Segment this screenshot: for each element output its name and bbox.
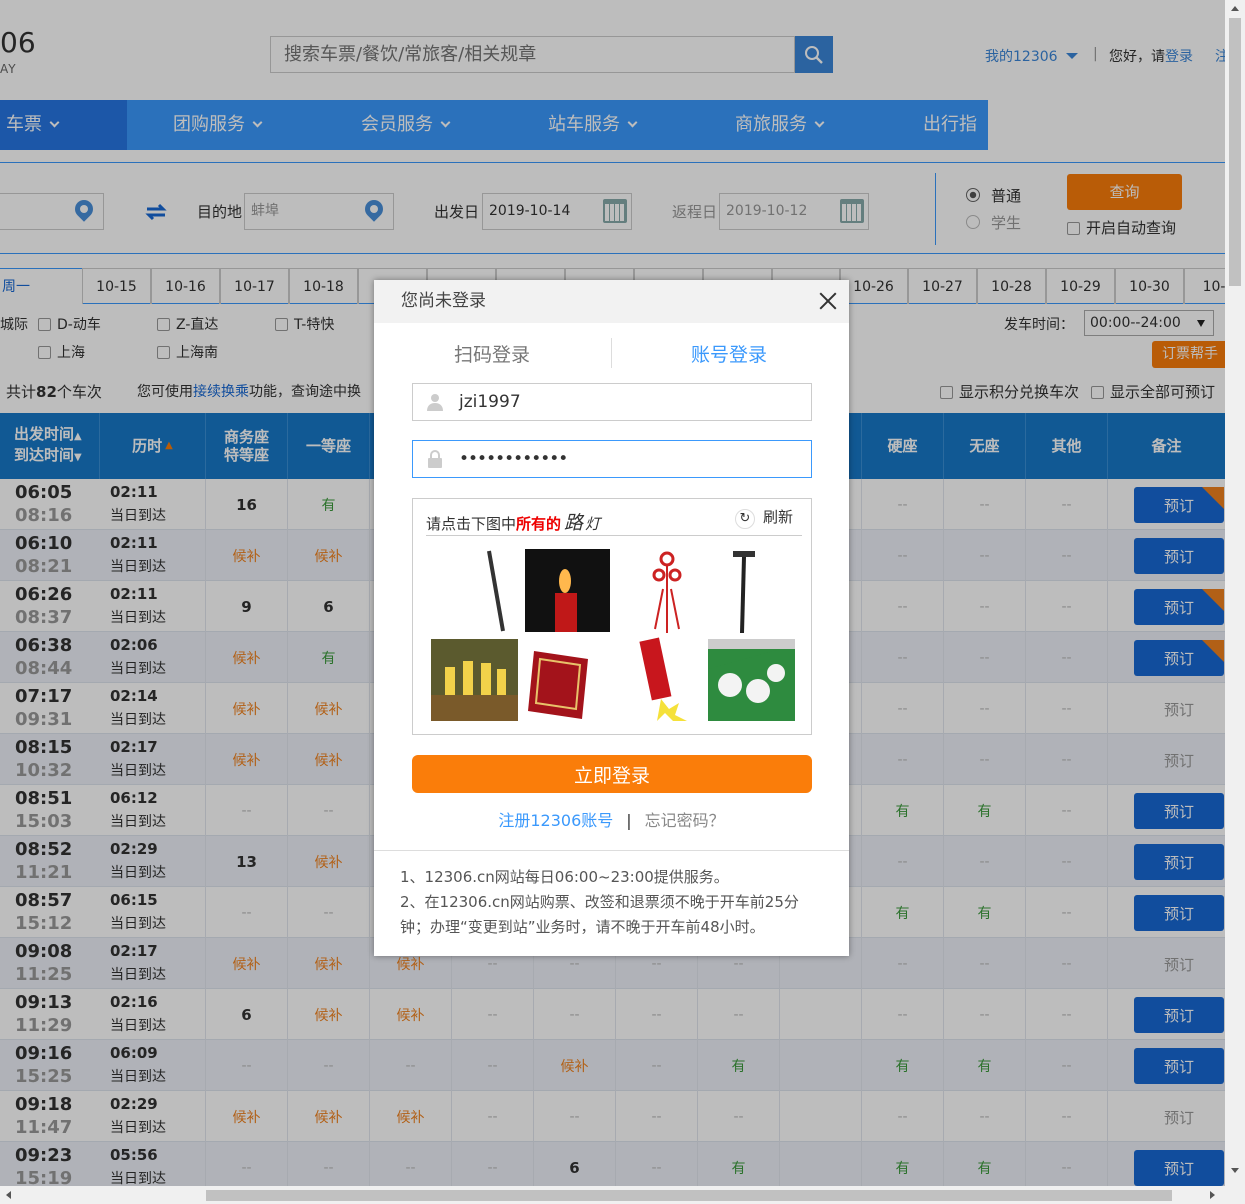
- lock-icon: [428, 450, 442, 468]
- tab-account-login[interactable]: 账号登录: [691, 340, 767, 367]
- service-notes: 1、12306.cn网站每日06:00~23:00提供服务。 2、在12306.…: [374, 850, 849, 940]
- username-field[interactable]: jzi1997: [412, 383, 812, 421]
- login-submit-button[interactable]: 立即登录: [412, 755, 812, 793]
- login-dialog: 您尚未登录 扫码登录 账号登录 jzi1997 •••••••••••• 请点击…: [374, 280, 849, 956]
- captcha-refresh[interactable]: ↻ 刷新: [735, 506, 793, 529]
- vertical-scrollbar[interactable]: [1225, 0, 1245, 1186]
- captcha-image-firecrackers[interactable]: [635, 637, 693, 723]
- close-icon[interactable]: [818, 291, 838, 311]
- captcha-image-streetlamp[interactable]: [731, 549, 757, 634]
- captcha-prompt-em: 所有的: [516, 515, 562, 533]
- links-separator: |: [626, 811, 632, 830]
- captcha-word-2: 灯: [585, 515, 601, 533]
- captcha-image-flowers[interactable]: [708, 639, 795, 721]
- refresh-label: 刷新: [763, 508, 794, 526]
- captcha-image-candles[interactable]: [431, 639, 518, 721]
- captcha-image-certificate[interactable]: [526, 647, 590, 720]
- captcha-image-knot[interactable]: [645, 549, 689, 633]
- scroll-down-icon[interactable]: [1231, 1168, 1239, 1173]
- user-icon: [427, 394, 443, 411]
- note-1: 1、12306.cn网站每日06:00~23:00提供服务。: [400, 868, 729, 886]
- captcha-prompt-pre: 请点击下图中: [426, 515, 517, 533]
- scroll-thumb[interactable]: [1229, 18, 1241, 286]
- username-value: jzi1997: [459, 392, 521, 412]
- scroll-thumb-horizontal[interactable]: [206, 1190, 1172, 1201]
- dialog-header: 您尚未登录: [374, 280, 849, 323]
- refresh-icon: ↻: [735, 509, 755, 529]
- captcha-image-candle[interactable]: [525, 549, 610, 632]
- tab-divider: [611, 338, 612, 368]
- tab-qr-login[interactable]: 扫码登录: [454, 340, 530, 367]
- password-value: ••••••••••••: [459, 449, 568, 469]
- captcha-divider: [426, 535, 802, 536]
- dialog-title: 您尚未登录: [401, 291, 486, 311]
- captcha-prompt: 请点击下图中所有的路灯: [426, 508, 600, 535]
- register-link[interactable]: 注册12306账号: [498, 811, 613, 830]
- scroll-up-icon[interactable]: [1231, 6, 1239, 11]
- captcha-word-1: 路: [564, 512, 584, 534]
- captcha-image-pole[interactable]: [485, 549, 507, 633]
- note-2: 2、在12306.cn网站购票、改签和退票须不晚于开车前25分钟；办理“变更到站…: [400, 893, 799, 936]
- page: 06 AY 我的12306 | 您好，请登录 注 车票 团购服务 会员服务 站车…: [0, 0, 1245, 1204]
- horizontal-scrollbar[interactable]: [0, 1186, 1245, 1204]
- account-links: 注册12306账号 | 忘记密码？: [374, 807, 849, 831]
- scroll-left-icon[interactable]: [6, 1191, 11, 1199]
- password-field[interactable]: ••••••••••••: [412, 440, 812, 478]
- forgot-password-link[interactable]: 忘记密码？: [645, 811, 725, 830]
- scroll-right-icon[interactable]: [1210, 1191, 1215, 1199]
- captcha-box: 请点击下图中所有的路灯 ↻ 刷新: [412, 498, 812, 735]
